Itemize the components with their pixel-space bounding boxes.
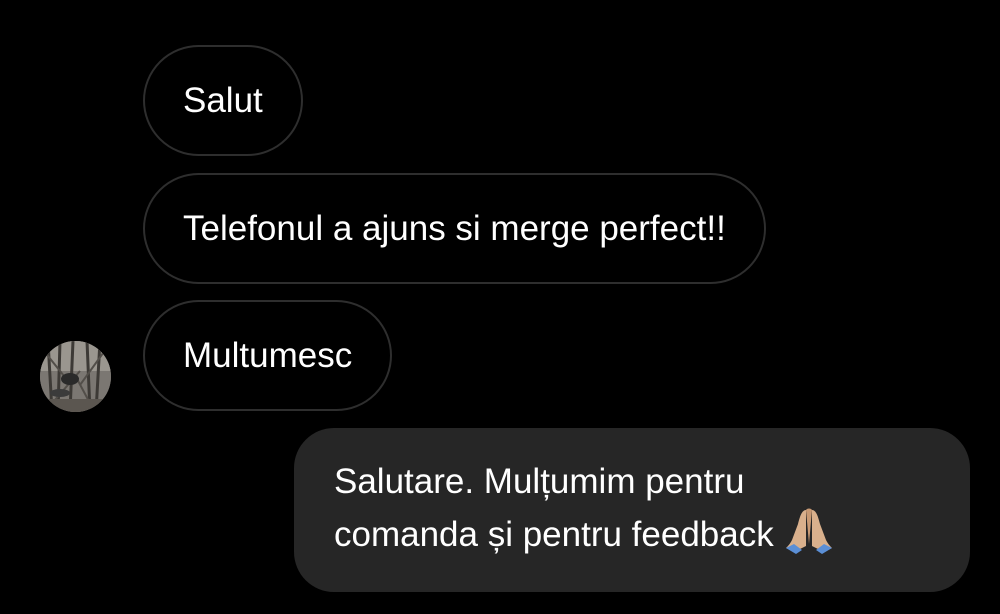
pray-icon — [784, 506, 834, 554]
incoming-message[interactable]: Multumesc — [143, 300, 393, 411]
incoming-message[interactable]: Salut — [143, 45, 303, 156]
avatar[interactable] — [40, 341, 111, 412]
outgoing-message[interactable]: Salutare. Mulțumim pentru comanda și pen… — [294, 428, 970, 592]
message-text: Salut — [183, 80, 263, 120]
message-text-line-1: Salutare. Mulțumim pentru — [334, 462, 745, 501]
message-text: Telefonul a ajuns si merge perfect!! — [183, 208, 726, 248]
incoming-message[interactable]: Telefonul a ajuns si merge perfect!! — [143, 173, 766, 284]
message-text-line-2: comanda și pentru feedback — [334, 506, 930, 559]
message-text-line-2-text: comanda și pentru feedback — [334, 515, 774, 554]
message-text: Multumesc — [183, 335, 353, 375]
avatar-photo-icon — [40, 341, 111, 412]
